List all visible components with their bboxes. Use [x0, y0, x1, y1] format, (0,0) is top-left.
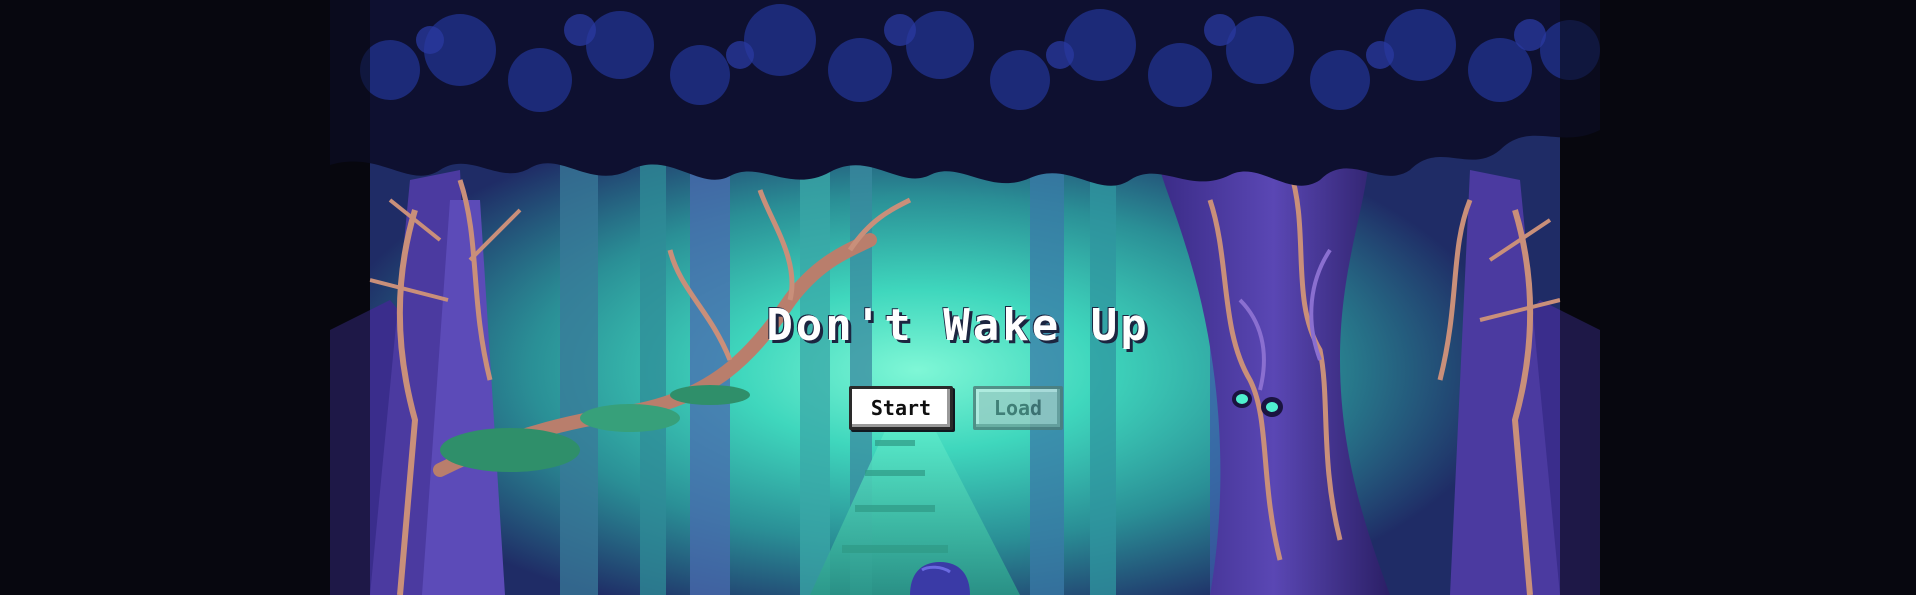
start-button[interactable]: Start [849, 386, 953, 430]
forest-background [330, 0, 1600, 595]
game-title: Don't Wake Up [766, 300, 1150, 351]
main-menu: Start Load [0, 386, 1914, 430]
title-screen: Don't Wake Up Start Load [0, 0, 1916, 595]
title-container: Don't Wake Up [0, 300, 1916, 351]
load-button[interactable]: Load [973, 386, 1063, 430]
canopy [330, 0, 1600, 186]
